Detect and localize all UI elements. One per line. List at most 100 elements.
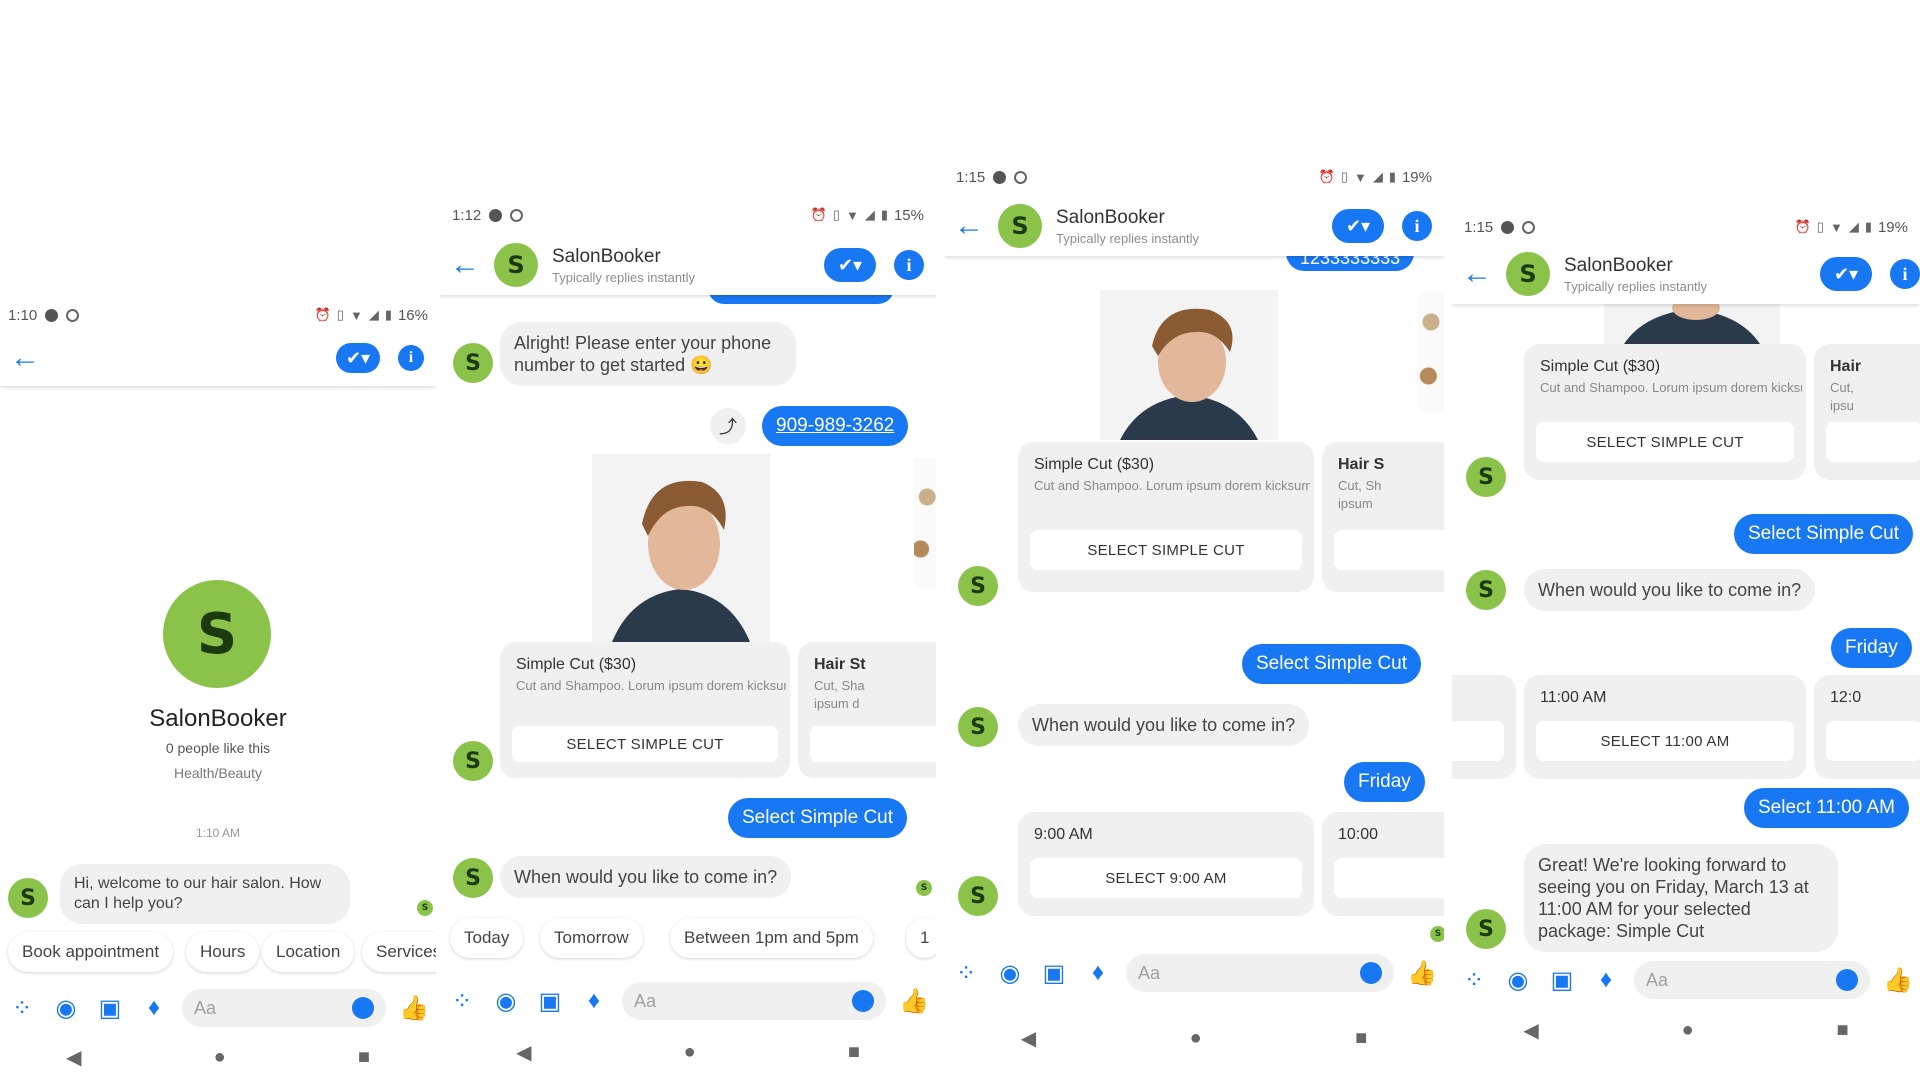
user-phone-number: 909-989-3262 xyxy=(776,415,895,436)
done-toggle-button[interactable]: ✔▾ xyxy=(1332,209,1384,243)
quick-reply-services[interactable]: Services xyxy=(362,932,436,972)
apps-icon[interactable]: ⁘ xyxy=(944,959,988,988)
gallery-icon[interactable]: ▣ xyxy=(88,994,132,1023)
like-icon[interactable]: 👍 xyxy=(392,994,436,1023)
select-time-slot-button[interactable]: SELECT 11:00 AM xyxy=(1536,721,1794,761)
microphone-icon[interactable]: ♦ xyxy=(1076,959,1120,987)
info-icon[interactable]: i xyxy=(398,345,424,371)
messenger-status-icon xyxy=(45,308,59,322)
app-bar: ← S SalonBooker Typically replies instan… xyxy=(944,196,1444,256)
like-icon[interactable]: 👍 xyxy=(1876,966,1920,995)
quick-reply-between[interactable]: Between 1pm and 5pm xyxy=(670,918,873,958)
quick-reply-hours[interactable]: Hours xyxy=(186,932,260,972)
nav-home-icon[interactable]: ● xyxy=(1190,1027,1202,1050)
quick-reply-location[interactable]: Location xyxy=(262,932,355,972)
messenger-outline-status-icon xyxy=(66,308,80,322)
message-input[interactable]: Aa xyxy=(622,982,886,1020)
nav-back-icon[interactable]: ◀ xyxy=(1523,1018,1538,1043)
camera-icon[interactable]: ◉ xyxy=(484,987,528,1016)
message-input[interactable]: Aa xyxy=(182,989,386,1027)
share-icon[interactable]: ⤴ xyxy=(710,408,746,444)
camera-icon[interactable]: ◉ xyxy=(44,994,88,1023)
quick-reply-tomorrow[interactable]: Tomorrow xyxy=(540,918,643,958)
back-arrow-icon[interactable]: ← xyxy=(954,209,984,242)
emoji-icon[interactable] xyxy=(1836,969,1858,991)
like-icon[interactable]: 👍 xyxy=(892,987,936,1016)
like-icon[interactable]: 👍 xyxy=(1400,959,1444,988)
card-title: Hair xyxy=(1830,358,1862,375)
user-select-simple-cut-message: Select Simple Cut xyxy=(728,798,908,838)
apps-icon[interactable]: ⁘ xyxy=(0,994,44,1023)
quick-reply-today[interactable]: Today xyxy=(450,918,524,958)
microphone-icon[interactable]: ♦ xyxy=(132,994,176,1022)
quick-reply-more[interactable]: 1 xyxy=(906,918,936,958)
composer-bar: ⁘ ◉ ▣ ♦ Aa 👍 xyxy=(944,948,1444,998)
message-input-placeholder: Aa xyxy=(1646,969,1669,990)
profile-likes: 0 people like this xyxy=(165,740,271,756)
done-toggle-button[interactable]: ✔▾ xyxy=(1820,257,1872,291)
model-portrait-image xyxy=(1100,290,1278,440)
header-subtitle: Typically replies instantly xyxy=(1056,230,1200,246)
done-toggle-button[interactable]: ✔▾ xyxy=(824,248,876,282)
select-simple-cut-button[interactable]: SELECT SIMPLE CUT xyxy=(1030,530,1302,570)
camera-icon[interactable]: ◉ xyxy=(988,959,1032,988)
select-simple-cut-button[interactable]: SELECT SIMPLE CUT xyxy=(512,726,778,762)
message-input[interactable]: Aa xyxy=(1126,954,1394,992)
message-input[interactable]: Aa xyxy=(1634,961,1870,999)
nav-recents-icon[interactable]: ■ xyxy=(848,1041,860,1064)
nav-home-icon[interactable]: ● xyxy=(1682,1019,1694,1042)
read-receipt-avatar: S xyxy=(916,880,932,896)
info-icon[interactable]: i xyxy=(1402,211,1432,241)
gallery-icon[interactable]: ▣ xyxy=(528,987,572,1016)
screen-3: 1:15 ⏰ ▯ ▼ ◢ ▮ 19% ← S SalonBooker Typic… xyxy=(944,162,1444,1080)
message-input-placeholder: Aa xyxy=(634,990,657,1011)
select-time-slot-button[interactable] xyxy=(1334,858,1444,898)
gallery-icon[interactable]: ▣ xyxy=(1540,966,1584,995)
select-time-slot-button[interactable] xyxy=(1826,721,1920,761)
microphone-icon[interactable]: ♦ xyxy=(572,987,616,1015)
back-arrow-icon[interactable]: ← xyxy=(10,341,40,374)
wifi-icon: ▼ xyxy=(349,307,363,323)
select-time-slot-button[interactable]: SELECT 9:00 AM xyxy=(1030,858,1302,898)
quick-reply-book-appointment[interactable]: Book appointment xyxy=(8,932,174,972)
nav-home-icon[interactable]: ● xyxy=(684,1041,696,1064)
wifi-icon: ▼ xyxy=(1829,219,1843,235)
camera-icon[interactable]: ◉ xyxy=(1496,966,1540,995)
wifi-icon: ▼ xyxy=(1353,169,1367,185)
gallery-icon[interactable]: ▣ xyxy=(1032,959,1076,988)
user-phone-message[interactable]: 909-989-3262 xyxy=(762,406,909,446)
card-subtitle: Cut and Shampoo. Lorum ipsum dorem kicks… xyxy=(516,678,786,693)
status-bar: 1:10 ⏰ ▯ ▼ ◢ ▮ 16% xyxy=(0,300,436,330)
nav-back-icon[interactable]: ◀ xyxy=(516,1040,531,1065)
microphone-icon[interactable]: ♦ xyxy=(1584,966,1628,994)
nav-recents-icon[interactable]: ■ xyxy=(1836,1019,1848,1042)
nav-recents-icon[interactable]: ■ xyxy=(1355,1027,1367,1050)
messenger-status-icon xyxy=(1501,220,1515,234)
header-subtitle: Typically replies instantly xyxy=(552,269,696,285)
select-hair-style-button[interactable] xyxy=(1826,422,1920,462)
emoji-icon[interactable] xyxy=(1360,962,1382,984)
simple-cut-photo xyxy=(1100,290,1278,440)
nav-back-icon[interactable]: ◀ xyxy=(1021,1026,1036,1051)
bot-avatar: S xyxy=(8,878,48,918)
apps-icon[interactable]: ⁘ xyxy=(440,987,484,1016)
time-slot-card: 9:00 AM SELECT 9:00 AM xyxy=(1018,812,1314,916)
nav-home-icon[interactable]: ● xyxy=(214,1046,226,1069)
info-icon[interactable]: i xyxy=(894,250,924,280)
select-simple-cut-button[interactable]: SELECT SIMPLE CUT xyxy=(1536,422,1794,462)
nav-back-icon[interactable]: ◀ xyxy=(66,1045,81,1070)
select-time-slot-button[interactable] xyxy=(1452,721,1504,761)
card-subtitle-line1: Cut, xyxy=(1830,380,1854,395)
apps-icon[interactable]: ⁘ xyxy=(1452,966,1496,995)
nav-recents-icon[interactable]: ■ xyxy=(358,1046,370,1069)
back-arrow-icon[interactable]: ← xyxy=(450,248,480,281)
emoji-icon[interactable] xyxy=(852,990,874,1012)
back-arrow-icon[interactable]: ← xyxy=(1462,257,1492,290)
select-hair-style-button[interactable] xyxy=(810,726,936,762)
info-icon[interactable]: i xyxy=(1890,259,1920,289)
select-hair-style-button[interactable] xyxy=(1334,530,1444,570)
done-toggle-button[interactable]: ✔▾ xyxy=(336,343,380,373)
status-bar: 1:12 ⏰ ▯ ▼ ◢ ▮ 15% xyxy=(440,200,936,230)
emoji-icon[interactable] xyxy=(352,997,374,1019)
card-subtitle-line2: ipsu xyxy=(1830,398,1854,413)
